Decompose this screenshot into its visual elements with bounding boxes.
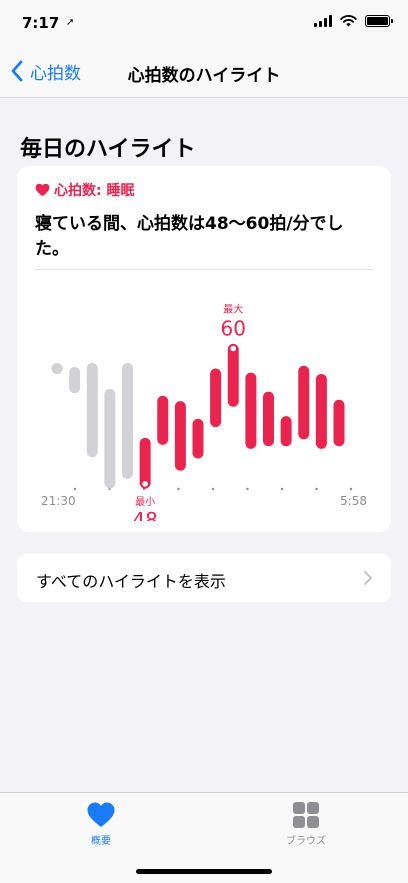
highlight-category: 心拍数: 睡眠 — [35, 180, 134, 200]
tab-summary-label: 概要 — [91, 836, 111, 847]
x-axis-tick — [349, 487, 353, 491]
highlight-description: 寝ている間、心拍数は48〜60拍/分でした。 — [35, 214, 344, 259]
range-bar — [51, 363, 63, 375]
range-bar — [210, 368, 222, 428]
highlight-card[interactable]: 心拍数: 睡眠 寝ている間、心拍数は48〜60拍/分でした。 最小 48 最大 … — [17, 166, 391, 532]
home-indicator — [136, 869, 272, 874]
navigation-bar: 心拍数 心拍数のハイライト — [0, 46, 408, 98]
show-all-highlights-label: すべてのハイライトを表示 — [36, 572, 226, 591]
wifi-icon — [340, 15, 357, 27]
tab-browse-label: ブラウズ — [286, 836, 326, 847]
range-bar — [333, 399, 345, 447]
range-bar — [227, 344, 239, 407]
min-label: 最小 — [135, 496, 155, 508]
chevron-right-icon — [364, 571, 372, 585]
tab-summary[interactable]: 概要 — [51, 801, 151, 847]
highlight-category-label: 心拍数: 睡眠 — [54, 183, 135, 199]
range-bar — [174, 401, 186, 471]
tab-bar: 概要 ブラウズ — [0, 792, 408, 883]
x-axis-tick — [315, 487, 318, 491]
max-value: 60 — [221, 317, 246, 341]
range-bars — [51, 344, 345, 489]
max-label: 最大 — [223, 303, 243, 316]
extreme-markers — [140, 343, 239, 489]
grid-icon — [293, 802, 319, 828]
battery-icon — [365, 15, 393, 27]
range-bar — [157, 395, 169, 445]
status-indicators — [314, 15, 393, 27]
range-bar — [245, 372, 257, 449]
range-bar — [104, 388, 116, 489]
x-axis-tick — [177, 487, 180, 491]
heart-icon — [35, 183, 50, 197]
range-bar — [315, 373, 327, 449]
status-bar: 7:17 ➚ — [0, 0, 408, 46]
x-axis-tick — [246, 487, 249, 491]
range-bar — [263, 391, 274, 447]
section-heading: 毎日のハイライト — [20, 137, 196, 162]
x-axis-tick — [73, 487, 77, 491]
range-bar — [192, 418, 204, 459]
x-axis-ticks — [73, 487, 353, 491]
tab-browse[interactable]: ブラウズ — [256, 801, 356, 847]
range-bar — [69, 367, 81, 394]
range-bar — [280, 416, 292, 447]
min-value: 48 — [132, 508, 157, 521]
page-title: 心拍数のハイライト — [127, 66, 281, 86]
range-bar — [298, 365, 310, 440]
range-bar — [122, 363, 133, 479]
x-axis-tick — [280, 487, 284, 491]
x-axis-end-label: 5:58 — [340, 494, 367, 508]
cellular-signal-icon — [314, 15, 332, 27]
heart-icon — [87, 802, 115, 827]
card-divider — [35, 269, 373, 270]
x-axis-start-label: 21:30 — [41, 494, 76, 508]
max-marker — [228, 343, 239, 354]
min-marker — [140, 479, 150, 489]
range-bar — [86, 363, 98, 458]
heart-rate-range-chart: 最小 48 最大 60 21:30 5:58 — [41, 303, 367, 522]
x-axis-tick — [211, 487, 215, 491]
show-all-highlights-button[interactable]: すべてのハイライトを表示 — [17, 554, 391, 602]
location-arrow-icon: ➚ — [66, 17, 75, 28]
status-time: 7:17 — [22, 14, 60, 32]
